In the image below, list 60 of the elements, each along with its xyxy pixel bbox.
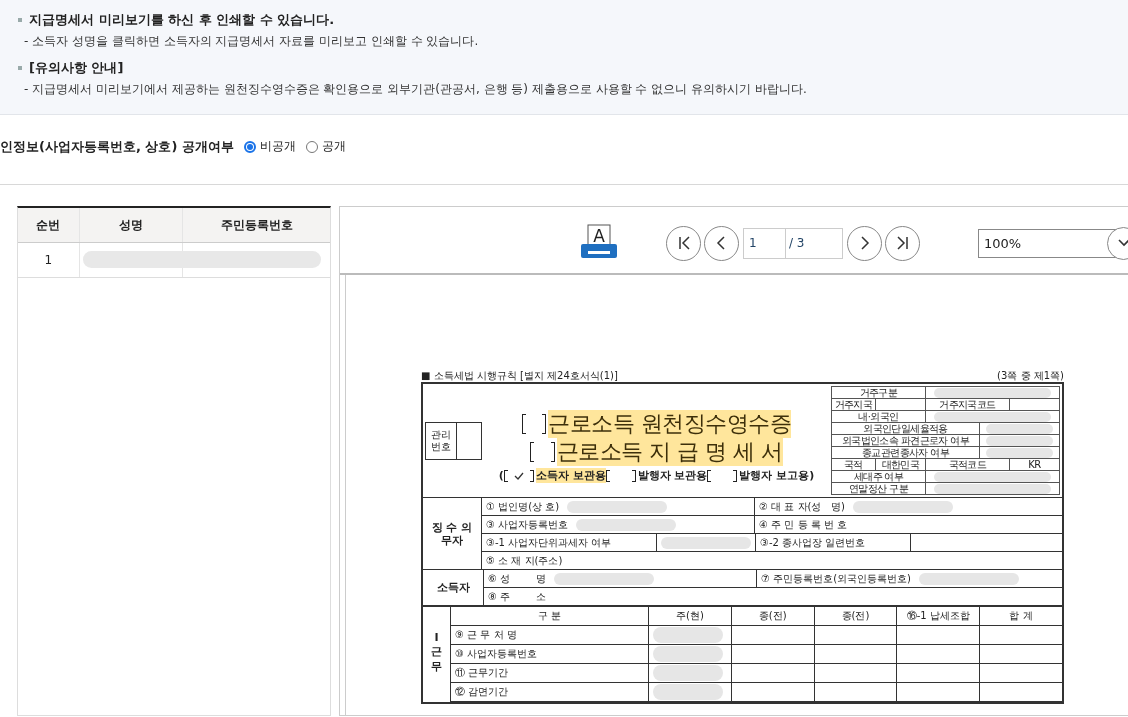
field-label: ⑪ 근무기간 (455, 667, 509, 678)
zoom-select[interactable]: 100% (978, 228, 1128, 258)
parenthesis: ) (809, 469, 815, 482)
field-label: ⑦ 주민등록번호(외국인등록번호) (761, 571, 911, 586)
column-header: 순번 (18, 208, 80, 243)
field-label: ③ 사업자등록번호 (486, 517, 569, 532)
field-label: 종교관련종사자 여부 (861, 447, 950, 458)
field-label: 국적 (844, 459, 863, 470)
column-header: 합 계 (1009, 610, 1033, 621)
field-label: 외국법인소속 파견근로자 여부 (841, 435, 970, 446)
field-label: 내·외국인 (858, 411, 899, 422)
section-label: 소득자 (423, 570, 484, 605)
copy-label: 소득자 보관용 (535, 468, 606, 483)
field-label: ② 대 표 자(성 명) (759, 499, 845, 514)
privacy-label: 인정보(사업자등록번호, 상호) 공개여부 (0, 137, 234, 156)
field-label: ⑧ 주 소 (488, 589, 546, 604)
notice-text: - 지급명세서 미리보기에서 제공하는 원천징수영수증은 확인용으로 외부기관(관공서, 은행 등) 제출용으로 사용할 수 없으니 유의하시기 바랍니다. (24, 81, 808, 98)
section-label: 징 수 의무자 (423, 498, 482, 569)
form-reference: ■ 소득세법 시행규칙 [별지 제24호서식(1)] (421, 369, 618, 382)
radio-option[interactable]: 공개 (305, 138, 346, 155)
field-label: ④ 주 민 등 록 번 호 (759, 517, 848, 532)
parenthesis: ( (498, 469, 504, 482)
field-label: ① 법인명(상 호) (486, 499, 560, 514)
field-label: ③-1 사업자단위과세자 여부 (486, 535, 612, 550)
notice-title: [유의사항 안내] (29, 59, 124, 77)
field-value: KR (1028, 459, 1041, 470)
field-label: ⑨ 근 무 처 명 (455, 629, 517, 640)
page-count: (3쪽 중 제1쪽) (997, 369, 1064, 382)
field-label: ⑩ 사업자등록번호 (455, 648, 538, 659)
page-input[interactable]: 1 (743, 227, 786, 259)
column-header: 주(현) (676, 610, 704, 621)
field-label: 연말정산 구분 (849, 483, 908, 494)
field-label: 거주지국 (834, 399, 873, 410)
page-total: / 3 (786, 227, 843, 259)
copy-label: 발행자 보관용 (637, 468, 708, 483)
field-label: 외국인단일세율적용 (863, 423, 948, 434)
field-label: ⑤ 소 재 지(주소) (486, 553, 563, 568)
notice-title: 지급명세서 미리보기를 하신 후 인쇄할 수 있습니다. (29, 11, 335, 29)
field-label: ⑥ 성 명 (488, 571, 546, 586)
field-label: 관리 번호 (426, 422, 457, 459)
field-label: ③-2 종사업장 일련번호 (760, 535, 866, 550)
notice-text: - 소득자 성명을 클릭하면 소득자의 지급명세서 자료를 미리보고 인쇄할 수 있습니다. (24, 33, 480, 50)
column-header: 종(전) (758, 610, 787, 621)
table-cell: 1 (18, 242, 80, 278)
column-header: 성명 (79, 208, 183, 243)
field-label: 거주지국코드 (939, 399, 996, 410)
copy-label: 발행자 보고용 (739, 468, 810, 483)
field-label: 국적코드 (948, 459, 987, 470)
column-header: 주민등록번호 (182, 208, 330, 243)
field-value: 대한민국 (881, 459, 920, 470)
column-header: 구 분 (537, 610, 562, 621)
radio-option[interactable]: 비공개 (243, 138, 296, 155)
column-header: ⑯-1 납세조합 (906, 610, 970, 621)
column-header: 종(전) (841, 610, 870, 621)
field-label: 거주구분 (859, 387, 898, 398)
form-title: 근로소득 지 급 명 세 서 (556, 438, 783, 466)
field-label: ⑫ 감면기간 (455, 686, 509, 697)
field-label: 세대주 여부 (853, 471, 904, 482)
form-title: 근로소득 원천징수영수증 (548, 410, 792, 438)
section-label: I근무 (431, 631, 442, 675)
